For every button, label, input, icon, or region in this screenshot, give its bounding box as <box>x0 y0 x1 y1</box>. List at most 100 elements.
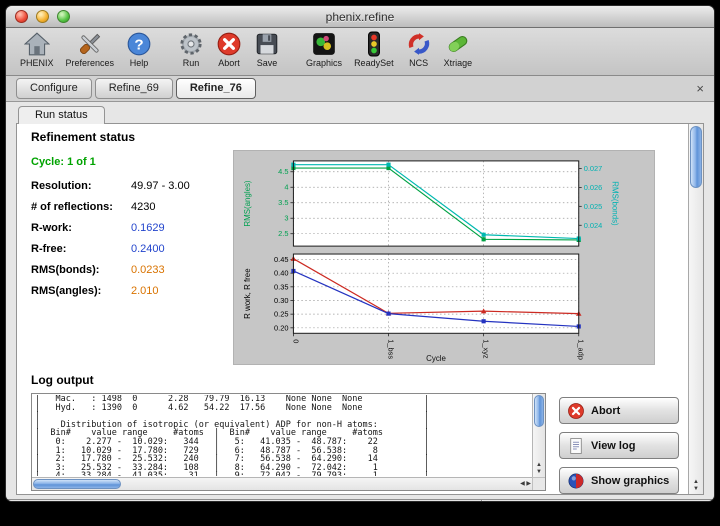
abort-button[interactable]: Abort <box>559 397 679 424</box>
toolbar-button-abort[interactable]: Abort <box>210 30 248 68</box>
svg-text:0.40: 0.40 <box>274 269 288 278</box>
scroll-up-icon[interactable]: ▲ <box>536 462 542 468</box>
action-buttons: Abort View log Show graphics <box>559 393 679 494</box>
svg-text:RMS(bonds): RMS(bonds) <box>610 181 619 226</box>
button-label: Abort <box>591 405 620 417</box>
toolbar-label: ReadySet <box>354 58 394 68</box>
log-output-box[interactable]: | Mac. : 1498 0 2.28 79.79 16.13 None No… <box>31 393 546 491</box>
stat-value: 0.0233 <box>131 264 165 276</box>
refinement-chart: 2.533.544.50.0240.0250.0260.027RMS(angle… <box>233 150 655 365</box>
viewlog-icon <box>567 437 585 455</box>
scroll-down-icon[interactable]: ▼ <box>693 486 699 492</box>
toolbar-label: Run <box>183 58 200 68</box>
cycle-status: Cycle: 1 of 1 <box>31 156 221 168</box>
stat-label: RMS(angles): <box>31 285 131 297</box>
log-vertical-scrollbar[interactable]: ▲▼ <box>532 394 545 477</box>
run-icon <box>178 31 204 57</box>
close-window-button[interactable] <box>15 10 28 23</box>
log-output-heading: Log output <box>31 373 688 387</box>
stat-label: R-work: <box>31 222 131 234</box>
log-horizontal-scrollbar[interactable]: ◀ ▶ <box>32 477 532 490</box>
panel-body: Refinement status Cycle: 1 of 1 Resoluti… <box>17 124 688 494</box>
svg-text:?: ? <box>134 36 143 53</box>
toolbar-button-phenix[interactable]: PHENIX <box>14 30 60 68</box>
toolbar-label: PHENIX <box>20 58 54 68</box>
graphics-icon <box>311 31 337 57</box>
svg-text:R work, R free: R work, R free <box>243 268 252 319</box>
toolbar-button-xtriage[interactable]: Xtriage <box>438 30 479 68</box>
panel-vertical-scrollbar[interactable]: ▲▼ <box>688 124 703 494</box>
zoom-window-button[interactable] <box>57 10 70 23</box>
svg-text:3: 3 <box>284 214 288 223</box>
status-divider <box>481 500 482 502</box>
titlebar[interactable]: phenix.refine <box>6 6 714 28</box>
refinement-stats: Cycle: 1 of 1 Resolution:49.97 - 3.00 # o… <box>31 150 221 365</box>
stat-rows: Resolution:49.97 - 3.00 # of reflections:… <box>31 180 221 297</box>
tab-refine_76[interactable]: Refine_76 <box>176 78 256 99</box>
stat-value: 2.010 <box>131 285 159 297</box>
scrollbar-thumb[interactable] <box>690 126 702 188</box>
tab-refine_69[interactable]: Refine_69 <box>95 78 173 99</box>
tab-run-status[interactable]: Run status <box>18 106 105 124</box>
scrollbar-corner <box>532 477 545 490</box>
svg-text:4: 4 <box>284 183 288 192</box>
run-status-panel: Refinement status Cycle: 1 of 1 Resoluti… <box>16 123 704 495</box>
scroll-right-icon[interactable]: ▶ <box>526 481 531 487</box>
toolbar-button-graphics[interactable]: Graphics <box>300 30 348 68</box>
svg-text:0.35: 0.35 <box>274 282 288 291</box>
view-log-button[interactable]: View log <box>559 432 679 459</box>
scrollbar-thumb[interactable] <box>33 479 121 489</box>
toolbar-button-save[interactable]: Save <box>248 30 286 68</box>
svg-text:0.025: 0.025 <box>584 202 603 211</box>
status-bar: Running 1 job... Project: rnase-s <box>6 499 714 502</box>
window-title: phenix.refine <box>326 10 395 24</box>
scroll-left-icon[interactable]: ◀ <box>520 481 525 487</box>
scroll-down-icon[interactable]: ▼ <box>536 469 542 475</box>
log-section: | Mac. : 1498 0 2.28 79.79 16.13 None No… <box>31 393 688 494</box>
minimize-window-button[interactable] <box>36 10 49 23</box>
toolbar-label: Xtriage <box>444 58 473 68</box>
show-graphics-button[interactable]: Show graphics <box>559 467 679 494</box>
save-icon <box>254 31 280 57</box>
ncs-icon <box>406 31 432 57</box>
svg-text:0.024: 0.024 <box>584 221 603 230</box>
stat-row: # of reflections:4230 <box>31 201 221 213</box>
svg-text:4.5: 4.5 <box>278 167 288 176</box>
svg-text:0.027: 0.027 <box>584 164 603 173</box>
stat-value: 4230 <box>131 201 155 213</box>
scrollbar-thumb[interactable] <box>534 395 544 427</box>
phenix-refine-window: phenix.refine PHENIX Preferences?Help Run A… <box>5 5 715 502</box>
toolbar-button-ncs[interactable]: NCS <box>400 30 438 68</box>
toolbar-button-readyset[interactable]: ReadySet <box>348 30 400 68</box>
traffic-lights <box>15 10 70 23</box>
readyset-icon <box>361 31 387 57</box>
xtriage-icon <box>445 31 471 57</box>
stat-row: R-work:0.1629 <box>31 222 221 234</box>
abort-icon <box>216 31 242 57</box>
stat-row: Resolution:49.97 - 3.00 <box>31 180 221 192</box>
toolbar-label: Save <box>257 58 278 68</box>
toolbar-button-preferences[interactable]: Preferences <box>60 30 121 68</box>
toolbar: PHENIX Preferences?Help Run Abort Save Graphi… <box>6 28 714 76</box>
stat-label: Resolution: <box>31 180 131 192</box>
phenix-icon <box>24 31 50 57</box>
scroll-up-icon[interactable]: ▲ <box>693 479 699 485</box>
svg-text:2.5: 2.5 <box>278 229 288 238</box>
toolbar-button-run[interactable]: Run <box>172 30 210 68</box>
svg-text:0.20: 0.20 <box>274 323 288 332</box>
stat-value: 49.97 - 3.00 <box>131 180 190 192</box>
svg-text:0.45: 0.45 <box>274 255 288 264</box>
abort-icon <box>567 402 585 420</box>
toolbar-label: Abort <box>218 58 240 68</box>
toolbar-button-help[interactable]: ?Help <box>120 30 158 68</box>
content-area: Run status Refinement status Cycle: 1 of… <box>6 102 714 499</box>
toolbar-label: Graphics <box>306 58 342 68</box>
svg-text:Cycle: Cycle <box>426 354 446 363</box>
tab-configure[interactable]: Configure <box>16 78 92 99</box>
svg-text:RMS(angles): RMS(angles) <box>243 180 252 226</box>
close-tab-icon[interactable]: × <box>696 82 704 95</box>
svg-text:0.026: 0.026 <box>584 183 603 192</box>
help-icon: ? <box>126 31 152 57</box>
stat-row: RMS(angles):2.010 <box>31 285 221 297</box>
status-section: Cycle: 1 of 1 Resolution:49.97 - 3.00 # o… <box>31 150 688 365</box>
